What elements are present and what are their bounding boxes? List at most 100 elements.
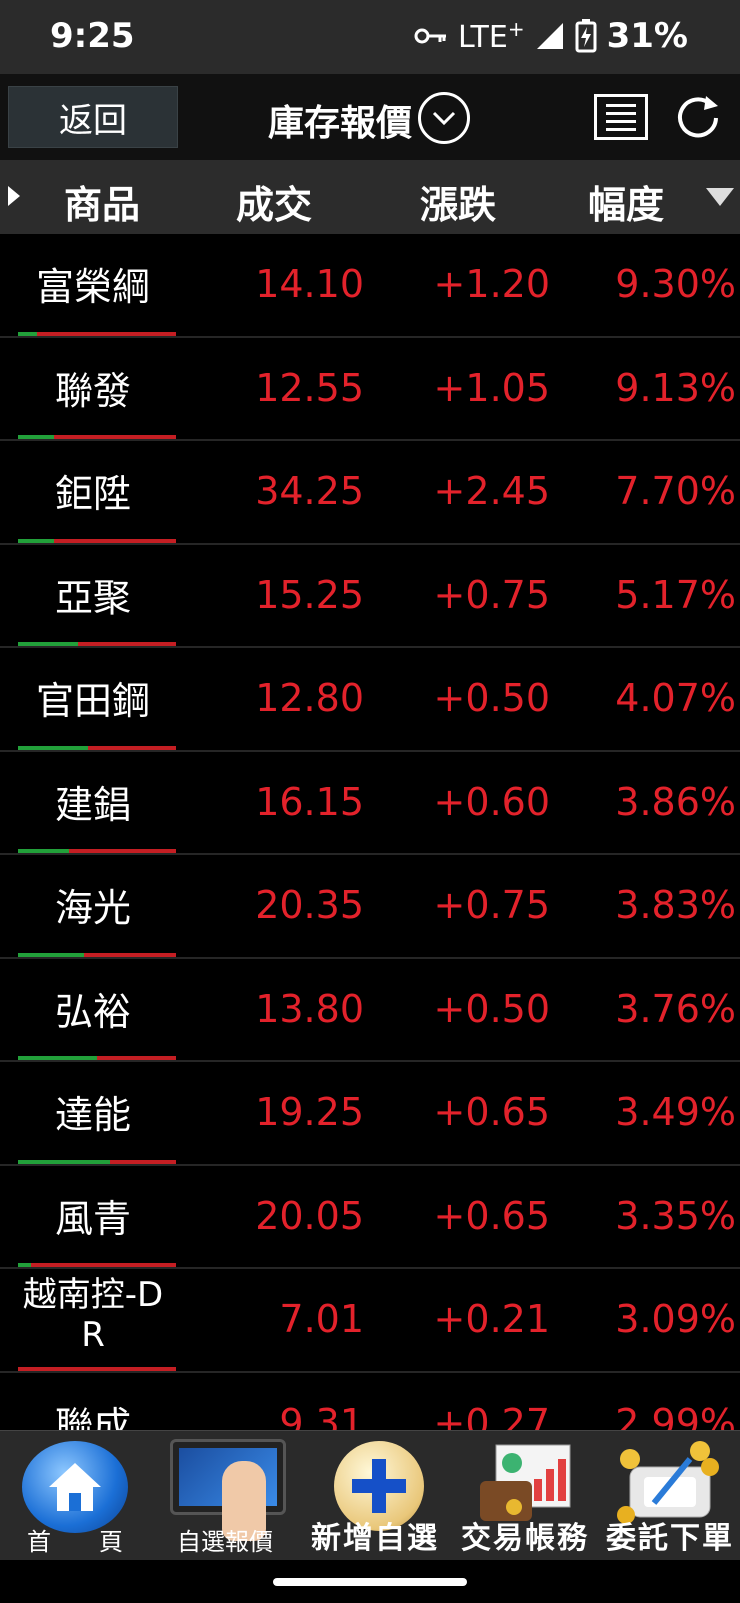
buy-sell-ratio-bar: [18, 849, 176, 853]
title-bar: 返回 庫存報價: [0, 74, 740, 160]
back-button[interactable]: 返回: [8, 86, 178, 148]
stock-price: 9.31: [279, 1400, 364, 1431]
stock-percent: 2.99%: [615, 1400, 736, 1431]
stock-percent: 9.13%: [615, 365, 736, 410]
stock-name: 風青: [54, 1196, 131, 1241]
expand-arrow-icon[interactable]: [8, 186, 20, 206]
quote-list[interactable]: 富榮綱 14.10 +1.20 9.30% 聯發 12.55 +1.05 9.1…: [0, 234, 740, 1430]
stock-percent: 3.09%: [615, 1297, 736, 1341]
refresh-icon[interactable]: [670, 90, 726, 146]
stock-change: +0.65: [433, 1193, 550, 1238]
nav-account-label: 交易帳務: [461, 1521, 589, 1556]
stock-price: 34.25: [255, 469, 364, 513]
stock-change: +1.20: [433, 262, 550, 306]
stock-price: 12.80: [255, 676, 364, 720]
buy-sell-ratio-bar: [18, 745, 176, 750]
table-row[interactable]: 聯發 12.55 +1.05 9.13%: [0, 338, 740, 441]
stock-percent: 3.86%: [615, 779, 736, 824]
bottom-nav: 首 頁 自選報價 新增自選 交易帳務 委託下單: [0, 1430, 740, 1560]
chevron-down-icon[interactable]: [418, 92, 470, 144]
stock-name: 達能: [54, 1093, 131, 1137]
stock-change: +0.50: [433, 986, 550, 1031]
stock-name: 海光: [54, 886, 131, 930]
stock-change: +0.27: [433, 1400, 550, 1431]
buy-sell-ratio-bar: [18, 435, 176, 439]
page-title[interactable]: 庫存報價: [268, 94, 412, 146]
stock-change: +0.21: [433, 1297, 550, 1341]
stock-name: 聯成: [54, 1403, 131, 1431]
nav-watchlist-label: 自選報價: [177, 1528, 273, 1556]
stock-name: 建錩: [54, 782, 131, 827]
battery-percent: 31%: [606, 16, 688, 56]
nav-home[interactable]: 首 頁: [0, 1431, 150, 1561]
buy-sell-ratio-bar: [18, 1159, 176, 1164]
battery-charging-icon: [575, 19, 597, 53]
status-bar: 9:25 LTE+ 31%: [0, 0, 740, 74]
stock-change: +0.65: [433, 1090, 550, 1134]
stock-percent: 5.17%: [615, 572, 736, 617]
stock-percent: 9.30%: [615, 262, 736, 306]
sort-desc-icon[interactable]: [706, 188, 734, 206]
stock-percent: 3.76%: [615, 986, 736, 1031]
stock-change: +2.45: [433, 469, 550, 513]
stock-price: 15.25: [255, 572, 364, 617]
stock-name: 越南控-D R: [22, 1275, 164, 1355]
stock-change: +0.60: [433, 779, 550, 824]
nav-add-watchlist-label: 新增自選: [311, 1521, 439, 1556]
table-row[interactable]: 達能 19.25 +0.65 3.49%: [0, 1062, 740, 1166]
status-icons: LTE+ 31%: [414, 16, 688, 56]
table-row[interactable]: 海光 20.35 +0.75 3.83%: [0, 855, 740, 959]
table-row[interactable]: 聯成 9.31 +0.27 2.99%: [0, 1373, 740, 1431]
table-row[interactable]: 弘裕 13.80 +0.50 3.76%: [0, 959, 740, 1062]
buy-sell-ratio-bar: [18, 1056, 176, 1060]
stock-percent: 4.07%: [615, 676, 736, 720]
stock-price: 19.25: [255, 1090, 364, 1134]
stock-percent: 7.70%: [615, 469, 736, 513]
list-icon[interactable]: [594, 94, 648, 140]
stock-name: 鉅陞: [54, 472, 131, 516]
table-row[interactable]: 風青 20.05 +0.65 3.35%: [0, 1166, 740, 1269]
stock-name: 聯發: [54, 368, 131, 413]
buy-sell-ratio-bar: [18, 952, 176, 957]
nav-add-watchlist[interactable]: 新增自選: [300, 1431, 450, 1561]
nav-order-label: 委託下單: [606, 1521, 734, 1556]
header-change[interactable]: 漲跌: [420, 174, 496, 229]
stock-price: 20.35: [255, 883, 364, 927]
home-icon: [22, 1441, 128, 1533]
buy-sell-ratio-bar: [18, 1263, 176, 1267]
nav-account[interactable]: 交易帳務: [450, 1431, 600, 1561]
stock-price: 14.10: [255, 262, 364, 306]
buy-sell-ratio-bar: [18, 331, 176, 336]
stock-percent: 3.49%: [615, 1090, 736, 1134]
stock-name: 富榮綱: [35, 265, 150, 309]
nav-order[interactable]: 委託下單: [600, 1431, 740, 1561]
stock-change: +0.75: [433, 883, 550, 927]
stock-price: 12.55: [255, 365, 364, 410]
stock-name: 亞聚: [54, 575, 131, 620]
table-row[interactable]: 越南控-D R 7.01 +0.21 3.09%: [0, 1269, 740, 1373]
column-header: 商品 成交 漲跌 幅度: [0, 160, 740, 234]
stock-price: 20.05: [255, 1193, 364, 1238]
header-price[interactable]: 成交: [236, 174, 312, 229]
buy-sell-ratio-bar: [18, 642, 176, 646]
stock-change: +0.50: [433, 676, 550, 720]
buy-sell-ratio-bar: [18, 538, 176, 543]
stock-change: +0.75: [433, 572, 550, 617]
signal-icon: [536, 23, 563, 49]
nav-home-label: 首 頁: [27, 1528, 123, 1556]
table-row[interactable]: 鉅陞 34.25 +2.45 7.70%: [0, 441, 740, 545]
table-row[interactable]: 富榮綱 14.10 +1.20 9.30%: [0, 234, 740, 338]
header-percent[interactable]: 幅度: [588, 174, 664, 229]
table-row[interactable]: 亞聚 15.25 +0.75 5.17%: [0, 545, 740, 648]
network-type: LTE+: [457, 17, 525, 55]
table-row[interactable]: 官田鋼 12.80 +0.50 4.07%: [0, 648, 740, 752]
stock-change: +1.05: [433, 365, 550, 410]
stock-percent: 3.83%: [615, 883, 736, 927]
vpn-key-icon: [414, 28, 446, 44]
nav-watchlist[interactable]: 自選報價: [150, 1431, 300, 1561]
stock-price: 13.80: [255, 986, 364, 1031]
header-product[interactable]: 商品: [64, 174, 140, 229]
home-indicator[interactable]: [273, 1578, 467, 1586]
table-row[interactable]: 建錩 16.15 +0.60 3.86%: [0, 752, 740, 855]
stock-price: 7.01: [279, 1297, 364, 1341]
